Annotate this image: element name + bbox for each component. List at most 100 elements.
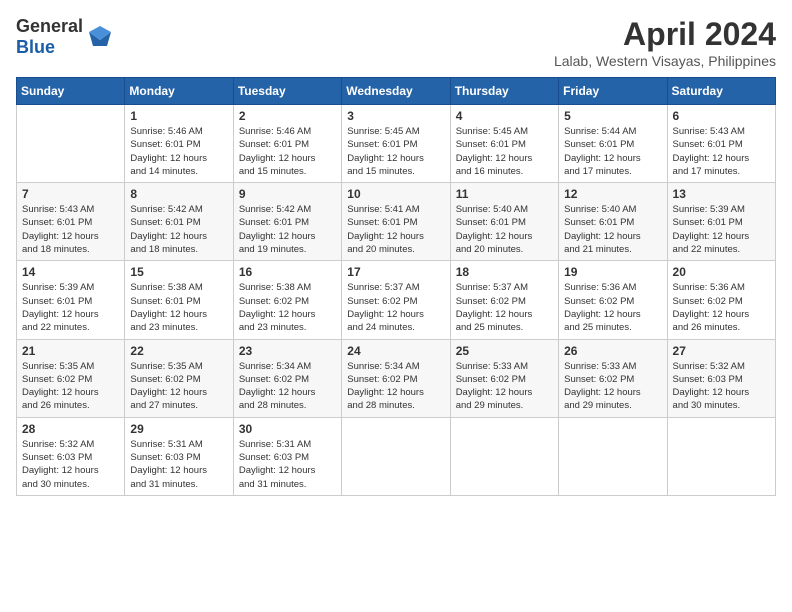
day-of-week-header: Wednesday [342,78,450,105]
calendar-cell: 27 Sunrise: 5:32 AM Sunset: 6:03 PM Dayli… [667,339,775,417]
calendar-week-row: 28 Sunrise: 5:32 AM Sunset: 6:03 PM Dayli… [17,417,776,495]
day-number: 13 [673,187,770,201]
calendar-cell: 19 Sunrise: 5:36 AM Sunset: 6:02 PM Dayli… [559,261,667,339]
calendar-cell: 29 Sunrise: 5:31 AM Sunset: 6:03 PM Dayli… [125,417,233,495]
day-info: Sunrise: 5:38 AM Sunset: 6:01 PM Dayligh… [130,281,227,334]
day-info: Sunrise: 5:43 AM Sunset: 6:01 PM Dayligh… [673,125,770,178]
calendar-cell: 22 Sunrise: 5:35 AM Sunset: 6:02 PM Dayli… [125,339,233,417]
day-info: Sunrise: 5:43 AM Sunset: 6:01 PM Dayligh… [22,203,119,256]
calendar-cell [17,105,125,183]
calendar-cell: 5Sunrise: 5:44 AM Sunset: 6:01 PM Daylig… [559,105,667,183]
day-number: 11 [456,187,553,201]
day-info: Sunrise: 5:31 AM Sunset: 6:03 PM Dayligh… [239,438,336,491]
calendar-cell: 20 Sunrise: 5:36 AM Sunset: 6:02 PM Dayli… [667,261,775,339]
day-number: 22 [130,344,227,358]
day-number: 24 [347,344,444,358]
day-info: Sunrise: 5:32 AM Sunset: 6:03 PM Dayligh… [22,438,119,491]
calendar-header-row: SundayMondayTuesdayWednesdayThursdayFrid… [17,78,776,105]
day-of-week-header: Tuesday [233,78,341,105]
calendar-cell: 4 Sunrise: 5:45 AM Sunset: 6:01 PM Daylig… [450,105,558,183]
day-number: 28 [22,422,119,436]
day-number: 3 [347,109,444,123]
calendar-cell: 16 Sunrise: 5:38 AM Sunset: 6:02 PM Dayli… [233,261,341,339]
calendar-cell: 6 Sunrise: 5:43 AM Sunset: 6:01 PM Daylig… [667,105,775,183]
day-info: Sunrise: 5:34 AM Sunset: 6:02 PM Dayligh… [347,360,444,413]
day-info: Sunrise: 5:45 AM Sunset: 6:01 PM Dayligh… [347,125,444,178]
day-info: Sunrise: 5:31 AM Sunset: 6:03 PM Dayligh… [130,438,227,491]
day-of-week-header: Monday [125,78,233,105]
calendar-cell: 15 Sunrise: 5:38 AM Sunset: 6:01 PM Dayli… [125,261,233,339]
calendar-cell: 23 Sunrise: 5:34 AM Sunset: 6:02 PM Dayli… [233,339,341,417]
day-info: Sunrise: 5:44 AM Sunset: 6:01 PM Dayligh… [564,125,661,178]
day-of-week-header: Thursday [450,78,558,105]
day-number: 14 [22,265,119,279]
day-number: 23 [239,344,336,358]
day-number: 12 [564,187,661,201]
calendar-cell: 7 Sunrise: 5:43 AM Sunset: 6:01 PM Daylig… [17,183,125,261]
day-info: Sunrise: 5:45 AM Sunset: 6:01 PM Dayligh… [456,125,553,178]
logo-general: General [16,16,83,36]
day-info: Sunrise: 5:41 AM Sunset: 6:01 PM Dayligh… [347,203,444,256]
calendar-cell: 30Sunrise: 5:31 AM Sunset: 6:03 PM Dayli… [233,417,341,495]
calendar-week-row: 14Sunrise: 5:39 AM Sunset: 6:01 PM Dayli… [17,261,776,339]
day-info: Sunrise: 5:37 AM Sunset: 6:02 PM Dayligh… [456,281,553,334]
calendar-cell: 2 Sunrise: 5:46 AM Sunset: 6:01 PM Daylig… [233,105,341,183]
month-title: April 2024 [554,16,776,53]
logo-blue: Blue [16,37,55,57]
day-info: Sunrise: 5:46 AM Sunset: 6:01 PM Dayligh… [239,125,336,178]
day-number: 25 [456,344,553,358]
day-number: 18 [456,265,553,279]
calendar-cell: 26Sunrise: 5:33 AM Sunset: 6:02 PM Dayli… [559,339,667,417]
calendar-cell: 21 Sunrise: 5:35 AM Sunset: 6:02 PM Dayli… [17,339,125,417]
title-area: April 2024 Lalab, Western Visayas, Phili… [554,16,776,69]
day-info: Sunrise: 5:35 AM Sunset: 6:02 PM Dayligh… [130,360,227,413]
calendar-cell: 18 Sunrise: 5:37 AM Sunset: 6:02 PM Dayli… [450,261,558,339]
day-info: Sunrise: 5:38 AM Sunset: 6:02 PM Dayligh… [239,281,336,334]
day-info: Sunrise: 5:39 AM Sunset: 6:01 PM Dayligh… [673,203,770,256]
day-info: Sunrise: 5:35 AM Sunset: 6:02 PM Dayligh… [22,360,119,413]
day-info: Sunrise: 5:46 AM Sunset: 6:01 PM Dayligh… [130,125,227,178]
day-number: 2 [239,109,336,123]
page-header: General Blue April 2024 Lalab, Western V… [16,16,776,69]
calendar-cell: 1Sunrise: 5:46 AM Sunset: 6:01 PM Daylig… [125,105,233,183]
day-number: 6 [673,109,770,123]
calendar-cell: 25Sunrise: 5:33 AM Sunset: 6:02 PM Dayli… [450,339,558,417]
day-info: Sunrise: 5:40 AM Sunset: 6:01 PM Dayligh… [564,203,661,256]
calendar-cell [667,417,775,495]
day-number: 27 [673,344,770,358]
calendar-week-row: 21 Sunrise: 5:35 AM Sunset: 6:02 PM Dayli… [17,339,776,417]
day-number: 17 [347,265,444,279]
calendar-cell: 11 Sunrise: 5:40 AM Sunset: 6:01 PM Dayli… [450,183,558,261]
calendar-cell: 24 Sunrise: 5:34 AM Sunset: 6:02 PM Dayli… [342,339,450,417]
calendar-cell: 3 Sunrise: 5:45 AM Sunset: 6:01 PM Daylig… [342,105,450,183]
calendar-cell [559,417,667,495]
day-number: 15 [130,265,227,279]
day-number: 7 [22,187,119,201]
calendar-cell: 8Sunrise: 5:42 AM Sunset: 6:01 PM Daylig… [125,183,233,261]
calendar-cell [450,417,558,495]
calendar-cell: 13 Sunrise: 5:39 AM Sunset: 6:01 PM Dayli… [667,183,775,261]
day-info: Sunrise: 5:34 AM Sunset: 6:02 PM Dayligh… [239,360,336,413]
day-info: Sunrise: 5:36 AM Sunset: 6:02 PM Dayligh… [673,281,770,334]
location-title: Lalab, Western Visayas, Philippines [554,53,776,69]
day-number: 4 [456,109,553,123]
calendar-table: SundayMondayTuesdayWednesdayThursdayFrid… [16,77,776,496]
logo: General Blue [16,16,115,58]
calendar-cell: 10 Sunrise: 5:41 AM Sunset: 6:01 PM Dayli… [342,183,450,261]
day-info: Sunrise: 5:36 AM Sunset: 6:02 PM Dayligh… [564,281,661,334]
day-number: 10 [347,187,444,201]
day-number: 16 [239,265,336,279]
day-number: 29 [130,422,227,436]
day-info: Sunrise: 5:42 AM Sunset: 6:01 PM Dayligh… [130,203,227,256]
day-of-week-header: Saturday [667,78,775,105]
day-info: Sunrise: 5:42 AM Sunset: 6:01 PM Dayligh… [239,203,336,256]
day-info: Sunrise: 5:33 AM Sunset: 6:02 PM Dayligh… [564,360,661,413]
calendar-cell [342,417,450,495]
day-number: 21 [22,344,119,358]
day-number: 19 [564,265,661,279]
calendar-cell: 14Sunrise: 5:39 AM Sunset: 6:01 PM Dayli… [17,261,125,339]
day-info: Sunrise: 5:40 AM Sunset: 6:01 PM Dayligh… [456,203,553,256]
day-info: Sunrise: 5:32 AM Sunset: 6:03 PM Dayligh… [673,360,770,413]
day-number: 20 [673,265,770,279]
day-of-week-header: Sunday [17,78,125,105]
